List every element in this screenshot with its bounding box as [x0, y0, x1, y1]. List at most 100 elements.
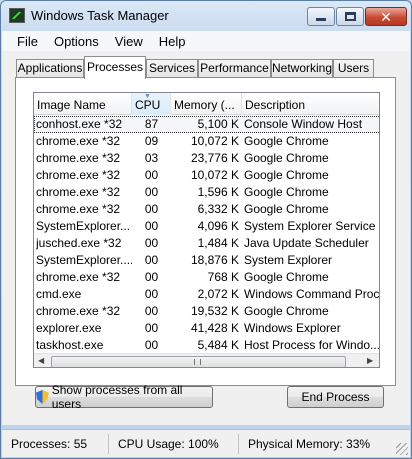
process-cpu: 00 [144, 270, 159, 284]
scroll-right-icon[interactable]: ▶ [367, 356, 373, 365]
title-bar[interactable]: Windows Task Manager ✕ [1, 1, 411, 31]
table-row[interactable]: cmd.exe 00 2,072 K Windows Command Proc [34, 286, 380, 303]
minimize-button[interactable] [307, 7, 335, 26]
resize-grip-icon[interactable] [396, 443, 408, 455]
process-description: Google Chrome [244, 270, 329, 284]
table-row[interactable]: chrome.exe *32 00 1,596 K Google Chrome [34, 184, 379, 201]
process-name: SystemExplorer.... [36, 253, 132, 267]
list-header: Image Name ▼ CPU Memory (... Description [34, 93, 379, 115]
table-row[interactable]: conhost.exe *32 87 5,100 K Console Window H… [34, 116, 379, 133]
uac-shield-icon [36, 390, 49, 404]
process-description: Java Update Scheduler [244, 236, 369, 250]
process-cpu: 00 [144, 202, 159, 216]
menu-bar: File Options View Help [2, 31, 410, 51]
table-row[interactable]: SystemExplorer... 00 4,096 K System Explore… [34, 218, 379, 235]
process-cpu: 09 [144, 134, 159, 148]
column-description[interactable]: Description [242, 93, 379, 115]
process-description: Windows Explorer [244, 321, 341, 335]
column-label: Memory (... [174, 98, 235, 112]
process-memory: 19,532 K [190, 304, 239, 318]
column-image-name[interactable]: Image Name [34, 93, 132, 115]
sort-descending-icon: ▼ [144, 93, 151, 100]
process-memory: 6,332 K [197, 202, 239, 216]
table-row[interactable]: chrome.exe *32 00 19,532 K Google Chrome [34, 303, 379, 320]
process-list[interactable]: Image Name ▼ CPU Memory (... Description… [33, 92, 380, 368]
menu-options[interactable]: Options [46, 34, 107, 49]
column-cpu[interactable]: ▼ CPU [132, 93, 171, 115]
menu-view[interactable]: View [107, 34, 151, 49]
process-description: System Explorer Service [244, 219, 376, 233]
table-row[interactable]: jusched.exe *32 00 1,484 K Java Update Sche… [34, 235, 379, 252]
table-row[interactable]: chrome.exe *32 03 23,776 K Google Chrome [34, 150, 379, 167]
column-label: Description [245, 98, 306, 112]
tab-applications[interactable]: Applications [16, 59, 84, 78]
process-name: chrome.exe *32 [36, 151, 121, 165]
table-row[interactable]: SystemExplorer.... 00 18,876 K System Explo… [34, 252, 379, 269]
process-name: jusched.exe *32 [36, 236, 122, 250]
process-description: Windows Command Proc [244, 287, 380, 301]
table-row[interactable]: chrome.exe *32 09 10,072 K Google Chrome [34, 133, 379, 150]
process-cpu: 00 [144, 219, 159, 233]
tab-processes[interactable]: Processes [84, 56, 146, 79]
process-name: chrome.exe *32 [36, 304, 121, 318]
scroll-left-icon[interactable]: ◀ [38, 356, 44, 365]
menu-help[interactable]: Help [151, 34, 194, 49]
process-memory: 10,072 K [190, 168, 239, 182]
process-description: System Explorer [244, 253, 333, 267]
process-memory: 4,096 K [197, 219, 239, 233]
processes-panel: Image Name ▼ CPU Memory (... Description… [15, 77, 396, 386]
process-cpu: 00 [144, 253, 159, 267]
column-memory[interactable]: Memory (... [171, 93, 242, 115]
process-description: Google Chrome [244, 185, 329, 199]
menu-file[interactable]: File [2, 34, 46, 49]
show-all-processes-button[interactable]: Show processes from all users [35, 383, 213, 411]
process-memory: 5,484 K [197, 338, 239, 352]
task-manager-icon [9, 8, 25, 23]
tab-performance[interactable]: Performance [198, 59, 271, 78]
process-cpu: 00 [144, 168, 159, 182]
status-physical-memory: Physical Memory: 33% [248, 437, 371, 451]
process-description: Google Chrome [244, 168, 329, 182]
window-title: Windows Task Manager [31, 8, 169, 23]
process-name: chrome.exe *32 [36, 202, 121, 216]
process-cpu: 87 [144, 117, 159, 131]
close-button[interactable]: ✕ [365, 7, 407, 26]
end-process-button[interactable]: End Process [287, 386, 384, 408]
process-name: explorer.exe [36, 321, 102, 335]
process-memory: 10,072 K [190, 134, 239, 148]
process-memory: 18,876 K [190, 253, 239, 267]
table-row[interactable]: explorer.exe 00 41,428 K Windows Explorer [34, 320, 379, 337]
process-description: Google Chrome [244, 202, 329, 216]
table-row[interactable]: chrome.exe *32 00 6,332 K Google Chrome [34, 201, 379, 218]
process-name: chrome.exe *32 [36, 168, 121, 182]
process-cpu: 03 [144, 151, 159, 165]
button-label: Show processes from all users [51, 383, 183, 411]
process-name: cmd.exe [36, 287, 82, 301]
grip-icon [194, 359, 201, 365]
tab-networking[interactable]: Networking [271, 59, 333, 78]
process-memory: 1,484 K [197, 236, 239, 250]
process-name: chrome.exe *32 [36, 134, 121, 148]
horizontal-scroll-thumb[interactable] [51, 356, 346, 367]
process-memory: 768 K [207, 270, 239, 284]
process-cpu: 00 [144, 287, 159, 301]
task-manager-window: Windows Task Manager ✕ File Options View… [0, 0, 412, 459]
maximize-icon [344, 12, 356, 21]
process-memory: 41,428 K [190, 321, 239, 335]
horizontal-scrollbar[interactable]: ◀ ▶ [34, 353, 379, 367]
tab-users[interactable]: Users [333, 59, 374, 78]
button-label: End Process [301, 390, 370, 404]
process-cpu: 00 [144, 304, 159, 318]
maximize-button[interactable] [336, 7, 364, 26]
process-cpu: 00 [144, 185, 159, 199]
process-memory: 1,596 K [197, 185, 239, 199]
process-description: Google Chrome [244, 304, 329, 318]
process-cpu: 00 [144, 321, 159, 335]
table-row[interactable]: taskhost.exe 00 5,484 K Host Process for Wi… [34, 337, 379, 354]
status-cpu-usage: CPU Usage: 100% [112, 434, 239, 454]
table-row[interactable]: chrome.exe *32 00 768 K Google Chrome [34, 269, 379, 286]
tab-services[interactable]: Services [146, 59, 198, 78]
client-area: Applications Processes Services Performa… [2, 51, 410, 425]
table-row[interactable]: chrome.exe *32 00 10,072 K Google Chrome [34, 167, 379, 184]
process-memory: 23,776 K [190, 151, 239, 165]
